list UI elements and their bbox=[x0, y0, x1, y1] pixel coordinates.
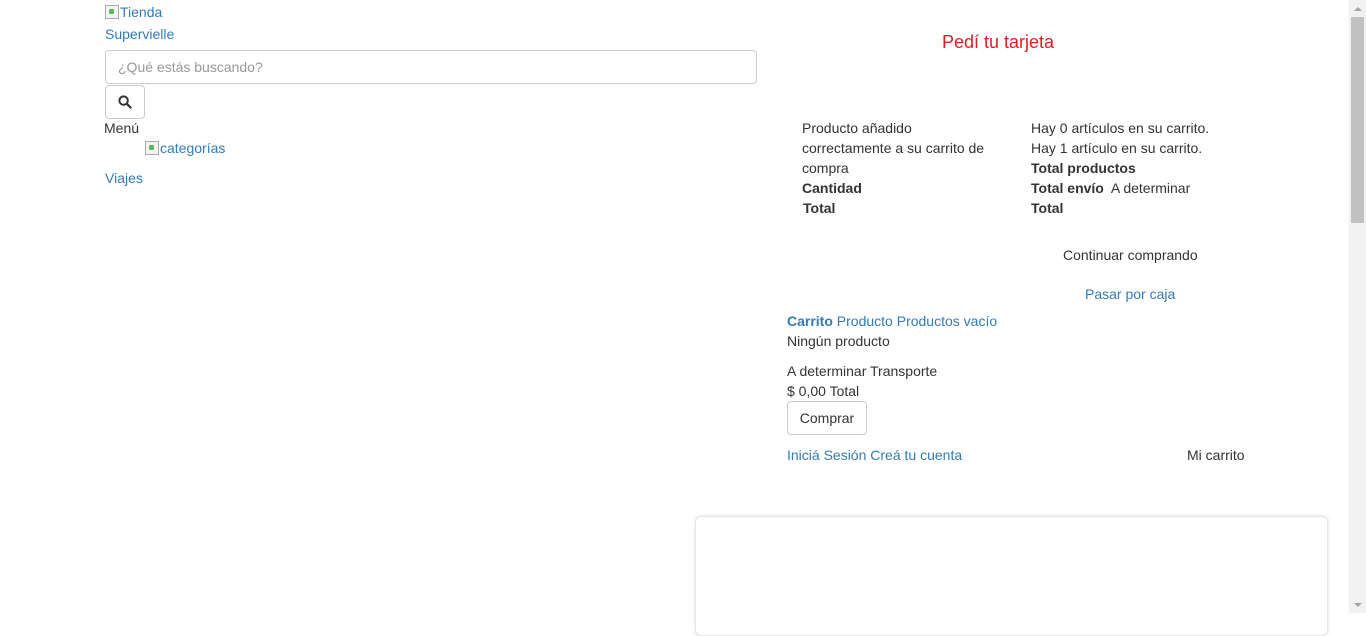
buy-button[interactable]: Comprar bbox=[787, 401, 867, 435]
total-shipping-row: Total envío A determinar bbox=[1031, 178, 1231, 198]
my-cart-link[interactable]: Mi carrito bbox=[1187, 445, 1245, 465]
vertical-scrollbar[interactable] bbox=[1349, 0, 1366, 613]
account-links: Iniciá Sesión Creá tu cuenta bbox=[787, 445, 962, 465]
items-count-one: Hay 1 artículo en su carrito. bbox=[1031, 140, 1203, 156]
search-icon bbox=[118, 95, 132, 109]
items-count-zero: Hay 0 artículos en su carrito. bbox=[1031, 120, 1210, 136]
scroll-down-arrow-icon[interactable] bbox=[1349, 596, 1366, 613]
empty-label: vacío bbox=[963, 313, 998, 329]
request-card-link[interactable]: Pedí tu tarjeta bbox=[942, 31, 1054, 53]
added-message: Producto añadido correctamente a su carr… bbox=[802, 120, 985, 176]
total-shipping-label: Total envío bbox=[1031, 180, 1104, 196]
broken-image-icon bbox=[145, 141, 159, 155]
total-line: $ 0,00 Total bbox=[787, 381, 859, 401]
continue-shopping-button[interactable]: Continuar comprando bbox=[1063, 245, 1198, 265]
total-shipping-value: A determinar bbox=[1110, 180, 1191, 196]
logo-alt-line1: Tienda bbox=[120, 4, 163, 20]
cart-summary-panel: Hay 0 artículos en su carrito. Hay 1 art… bbox=[1031, 118, 1231, 218]
total-label: Total bbox=[803, 200, 836, 216]
product-label: Producto bbox=[836, 313, 893, 329]
content-card bbox=[695, 516, 1328, 636]
menu-label[interactable]: Menú bbox=[104, 119, 139, 137]
login-link[interactable]: Iniciá Sesión bbox=[787, 447, 866, 463]
quantity-label: Cantidad bbox=[802, 180, 862, 196]
search-input[interactable] bbox=[105, 50, 757, 84]
register-link[interactable]: Creá tu cuenta bbox=[870, 447, 962, 463]
total-products-label: Total productos bbox=[1031, 160, 1136, 176]
scroll-up-arrow-icon[interactable] bbox=[1349, 0, 1366, 17]
search-button[interactable] bbox=[105, 85, 145, 119]
cart-header-link[interactable]: Carrito Producto Productos vacío bbox=[787, 311, 997, 331]
logo-alt-line2: Supervielle bbox=[105, 26, 175, 42]
cart-label: Carrito bbox=[787, 313, 833, 329]
shipping-label: Transporte bbox=[870, 363, 938, 379]
categories-alt-text: categorías bbox=[160, 140, 226, 156]
added-product-panel: Producto añadido correctamente a su carr… bbox=[802, 118, 1002, 218]
total-value: $ 0,00 bbox=[787, 383, 826, 399]
total-label: Total bbox=[829, 383, 860, 399]
shipping-line: A determinar Transporte bbox=[787, 361, 937, 381]
store-logo[interactable]: Tienda Supervielle bbox=[105, 2, 174, 44]
shipping-value: A determinar bbox=[787, 363, 867, 379]
summary-total-label: Total bbox=[1031, 200, 1064, 216]
scrollbar-thumb[interactable] bbox=[1351, 17, 1364, 223]
broken-image-icon bbox=[105, 5, 119, 19]
no-product-text: Ningún producto bbox=[787, 333, 890, 349]
products-label: Productos bbox=[896, 313, 960, 329]
nav-item-viajes[interactable]: Viajes bbox=[105, 169, 143, 187]
categories-image-link[interactable]: categorías bbox=[145, 139, 225, 157]
checkout-link[interactable]: Pasar por caja bbox=[1085, 284, 1175, 304]
